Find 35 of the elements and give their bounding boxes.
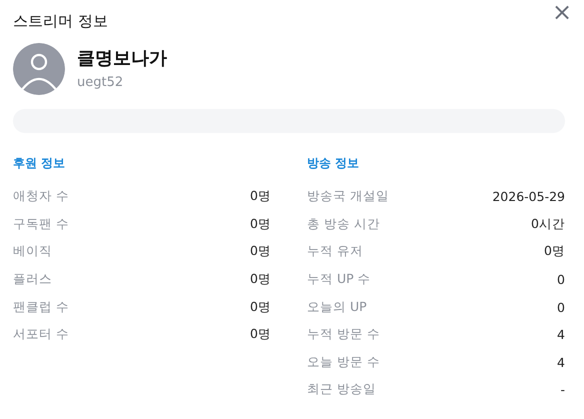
stat-value: 0명	[250, 298, 271, 316]
stat-label: 오늘 방문 수	[307, 354, 380, 371]
section-heading: 방송 정보	[307, 155, 360, 171]
stat-value: 0	[557, 272, 565, 288]
stat-value: 2026-05-29	[492, 189, 565, 204]
stat-label: 최근 방송일	[307, 381, 376, 398]
stat-value: 4	[557, 354, 565, 370]
stat-value: -	[560, 382, 565, 398]
stat-label: 누적 UP 수	[307, 271, 371, 288]
stat-label: 총 방송 시간	[307, 216, 380, 233]
stat-label: 베이직	[13, 243, 52, 260]
stat-label: 팬클럽 수	[13, 298, 69, 316]
stat-value: 0명	[250, 271, 271, 288]
stat-value: 0시간	[531, 216, 565, 233]
avatar-icon	[13, 43, 65, 95]
streamer-name: 클명보나가	[77, 46, 167, 70]
stat-value: 0명	[250, 243, 271, 260]
stat-value: 0	[557, 300, 565, 315]
stat-label: 누적 방문 수	[307, 326, 380, 344]
stat-label: 애청자 수	[13, 188, 69, 206]
stat-label: 플러스	[13, 271, 52, 288]
stat-label: 구독팬 수	[13, 216, 69, 233]
close-button[interactable]: ×	[550, 0, 574, 24]
stat-label: 방송국 개설일	[307, 188, 389, 206]
section-heading: 후원 정보	[13, 155, 66, 171]
stat-label: 서포터 수	[13, 326, 69, 344]
stat-value: 0명	[250, 188, 271, 206]
stat-value: 0명	[250, 326, 271, 344]
user-id: uegt52	[77, 74, 124, 92]
dialog-title: 스트리머 정보	[13, 12, 109, 30]
stat-value: 4	[557, 327, 565, 342]
stat-label: 오늘의 UP	[307, 298, 367, 316]
stat-label: 누적 유저	[307, 243, 363, 260]
stat-value: 0명	[544, 243, 565, 260]
stat-value: 0명	[250, 216, 271, 233]
